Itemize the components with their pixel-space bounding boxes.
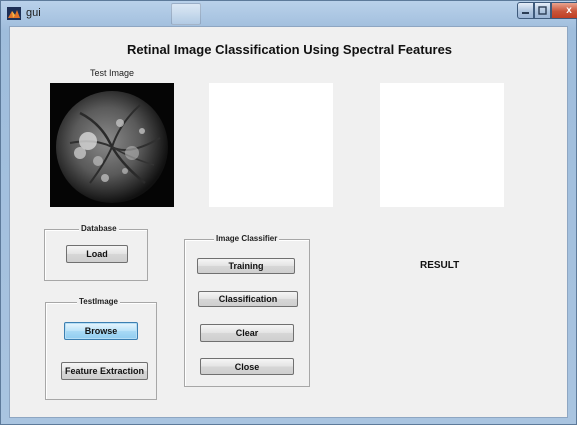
training-button[interactable]: Training	[197, 258, 295, 274]
browse-button[interactable]: Browse	[64, 322, 138, 340]
maximize-button[interactable]	[534, 2, 551, 19]
maximize-icon	[538, 6, 547, 15]
close-button[interactable]: Close	[200, 358, 294, 375]
test-image-caption: Test Image	[89, 68, 135, 78]
close-window-button[interactable]: x	[551, 2, 577, 19]
database-panel-title: Database	[79, 224, 119, 233]
minimize-icon	[522, 12, 529, 14]
page-title: Retinal Image Classification Using Spect…	[126, 42, 453, 57]
feature-axes-2	[380, 83, 504, 207]
feature-axes-1	[209, 83, 333, 207]
title-bar-ghost-tab	[171, 3, 201, 25]
clear-button[interactable]: Clear	[200, 324, 294, 342]
classification-button[interactable]: Classification	[198, 291, 298, 307]
feature-extraction-button[interactable]: Feature Extraction	[61, 362, 148, 380]
image-classifier-panel: Image Classifier Training Classification…	[184, 234, 310, 387]
title-bar[interactable]: gui x	[1, 1, 577, 25]
result-label: RESULT	[420, 260, 460, 271]
testimage-panel-title: TestImage	[77, 297, 120, 306]
figure-client-area: Retinal Image Classification Using Spect…	[9, 26, 568, 418]
close-icon: x	[566, 5, 572, 16]
database-panel: Database Load	[44, 224, 148, 281]
retina-fundus-image	[50, 83, 174, 207]
testimage-panel: TestImage Browse Feature Extraction	[45, 297, 157, 400]
load-button[interactable]: Load	[66, 245, 128, 263]
minimize-button[interactable]	[517, 2, 534, 19]
figure-window: gui x Retinal Image Classification Using…	[0, 0, 577, 425]
caption-buttons: x	[517, 2, 577, 20]
window-title: gui	[26, 7, 41, 19]
matlab-figure-icon	[7, 7, 21, 20]
image-classifier-panel-title: Image Classifier	[214, 234, 280, 243]
